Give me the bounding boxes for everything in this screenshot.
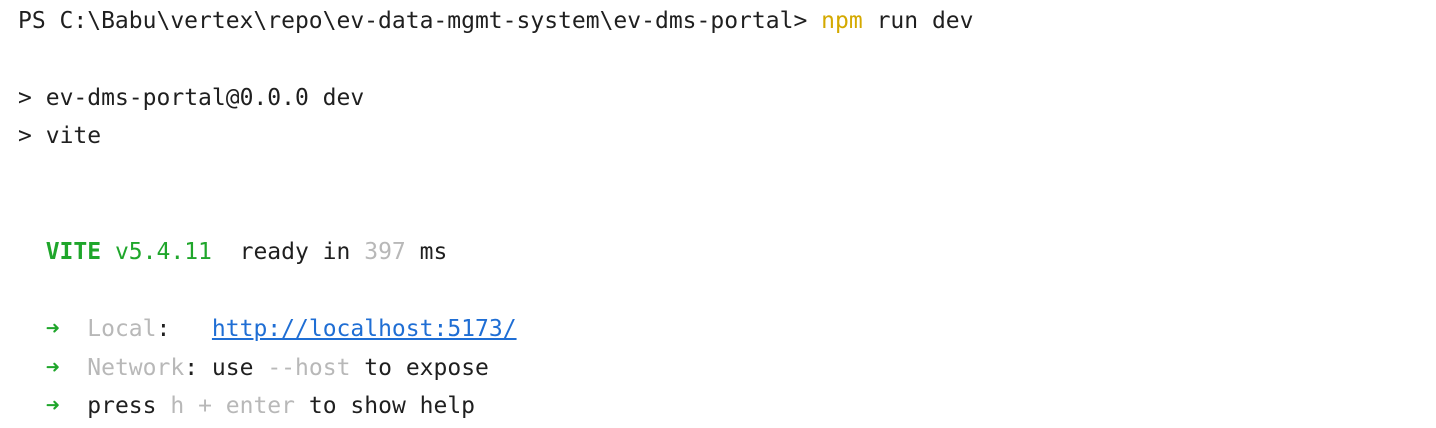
- help-text-press: press: [87, 393, 157, 419]
- network-label: Network: [87, 355, 185, 381]
- local-colon: :: [156, 316, 171, 342]
- local-label: Local: [87, 316, 157, 342]
- script-marker: >: [18, 123, 32, 149]
- vite-version: v5.4.11: [114, 239, 212, 265]
- terminal-output: PS C:\Babu\vertex\repo\ev-data-mgmt-syst…: [0, 0, 1436, 428]
- vite-name: VITE: [45, 239, 102, 265]
- network-line: ➜ Network: use --host to expose: [18, 354, 489, 382]
- help-text-show: to show help: [308, 393, 476, 419]
- script-text: vite: [45, 123, 102, 149]
- command-program: npm: [821, 8, 863, 34]
- vite-banner: VITE v5.4.11 ready in 397 ms: [18, 238, 448, 266]
- command-line: PS C:\Babu\vertex\repo\ev-data-mgmt-syst…: [18, 7, 974, 35]
- script-line-2: > vite: [18, 122, 101, 150]
- arrow-icon: ➜: [45, 393, 60, 419]
- script-marker: >: [18, 85, 32, 111]
- network-colon: :: [184, 355, 199, 381]
- arrow-icon: ➜: [45, 316, 60, 342]
- ready-time: 397: [364, 239, 406, 265]
- help-key: h + enter: [170, 393, 295, 419]
- local-url-link[interactable]: http://localhost:5173/: [212, 316, 517, 342]
- ready-unit: ms: [419, 239, 448, 265]
- command-args: run dev: [876, 8, 974, 34]
- network-text-expose: to expose: [364, 355, 489, 381]
- script-line-1: > ev-dms-portal@0.0.0 dev: [18, 84, 364, 112]
- script-text: ev-dms-portal@0.0.0 dev: [45, 85, 365, 111]
- host-flag: --host: [267, 355, 351, 381]
- ready-label: ready in: [239, 239, 351, 265]
- local-url-line: ➜ Local: http://localhost:5173/: [18, 315, 517, 343]
- network-text-use: use: [211, 355, 254, 381]
- help-line: ➜ press h + enter to show help: [18, 392, 475, 420]
- shell-prompt: PS C:\Babu\vertex\repo\ev-data-mgmt-syst…: [18, 8, 808, 34]
- arrow-icon: ➜: [45, 355, 60, 381]
